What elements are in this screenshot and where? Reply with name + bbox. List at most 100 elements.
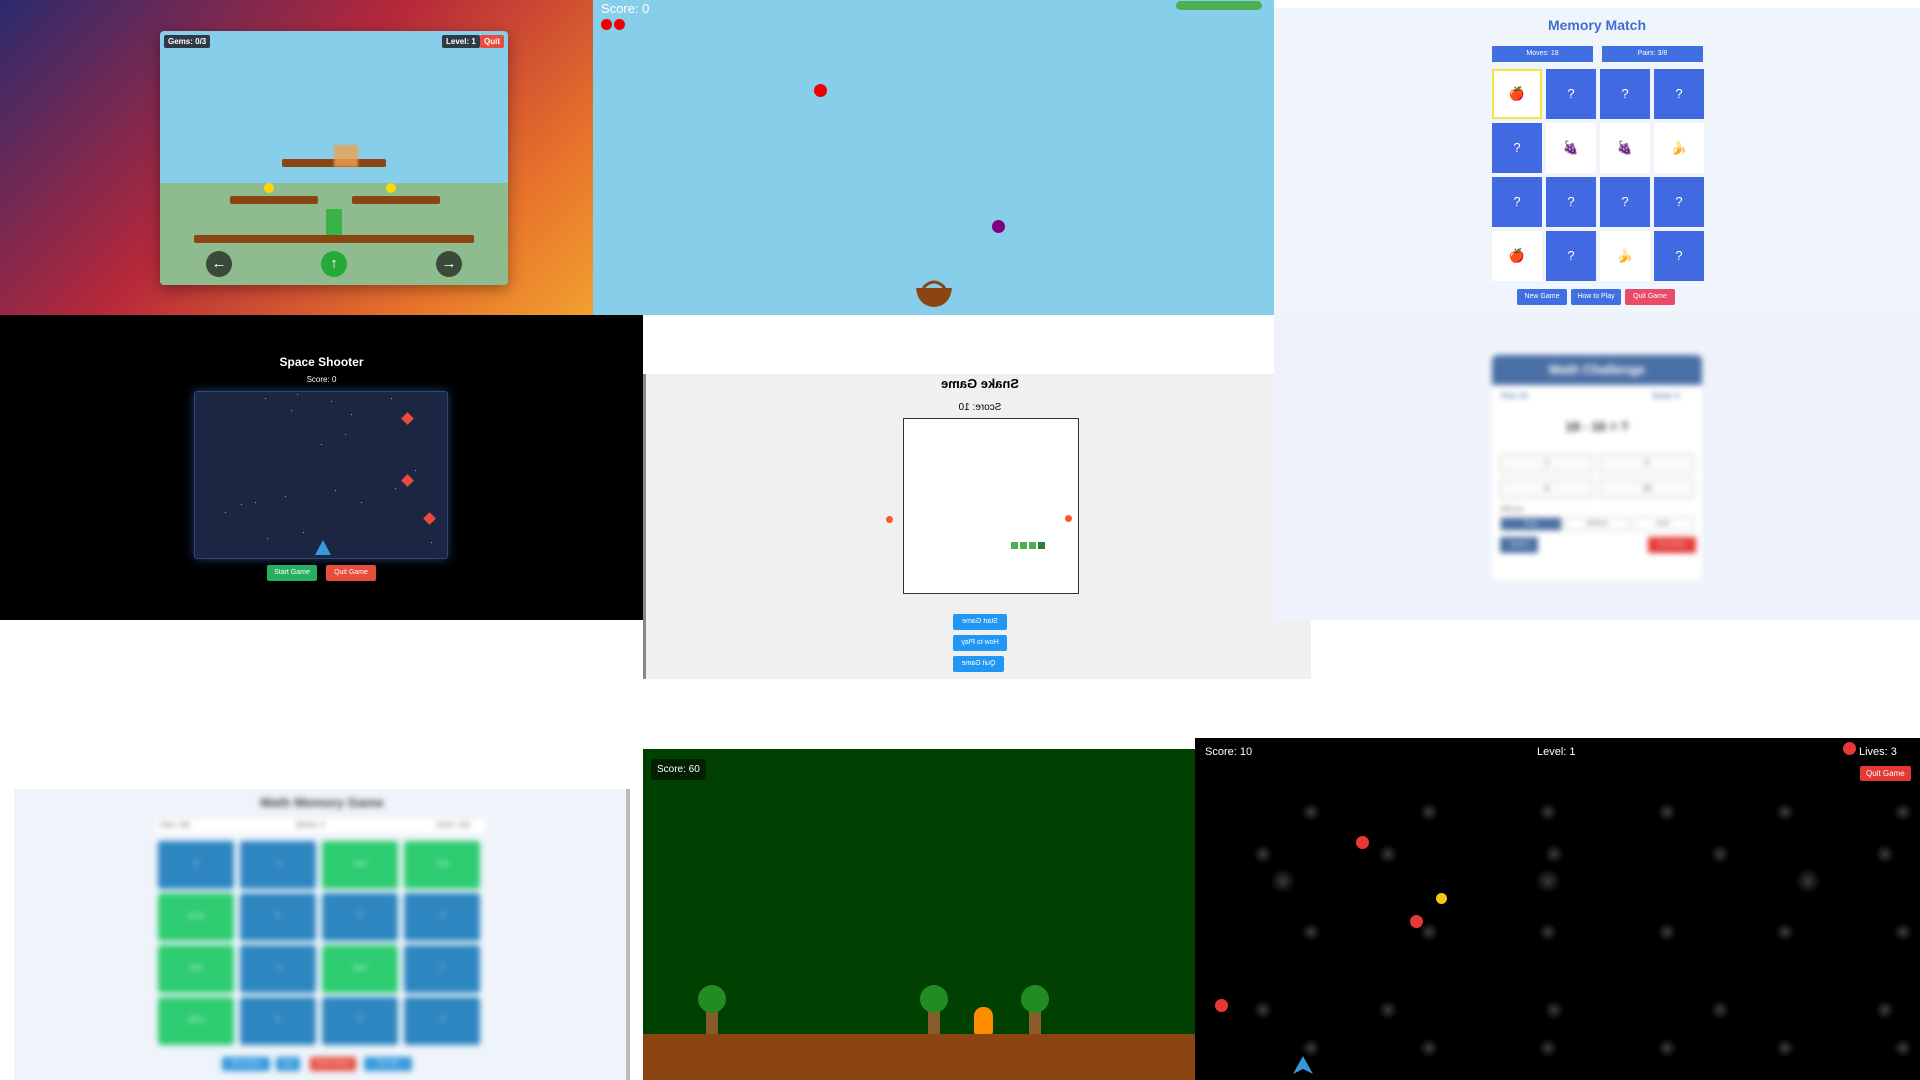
quit-button[interactable]: Quit	[276, 1057, 300, 1071]
memory-tile[interactable]: ?	[322, 997, 398, 1045]
memory-tile[interactable]: 11+6	[158, 893, 234, 941]
quit-game-button[interactable]: Quit Game	[1860, 766, 1911, 781]
answer-option[interactable]: 10	[1600, 479, 1694, 499]
level-indicator: Level: 1	[442, 35, 480, 48]
memory-card[interactable]: ?	[1654, 177, 1704, 227]
start-game-button[interactable]: Start Game	[953, 614, 1007, 630]
star-glow	[1893, 802, 1913, 822]
star-glow	[1893, 1038, 1913, 1058]
memory-tile[interactable]: 6+4	[322, 945, 398, 993]
memory-card[interactable]: ?	[1654, 231, 1704, 281]
memory-tile[interactable]: ?	[404, 997, 480, 1045]
left-arrow-button[interactable]: ←	[206, 251, 232, 277]
stats-bar: Pairs: 3/8 Moves: 4 Score: 100	[156, 819, 486, 833]
star-glow	[1378, 844, 1398, 864]
level-display: Level: 1	[1537, 746, 1576, 758]
quit-game-button[interactable]: Quit Game	[1625, 289, 1675, 305]
start-game-button[interactable]: Start Game	[267, 565, 317, 581]
jump-button[interactable]: ↑	[321, 251, 347, 277]
coin-pickup	[1436, 893, 1447, 904]
math-challenge-card: Math Challenge Time: 9s Score: 0 18 - 16…	[1492, 355, 1702, 580]
difficulty-hard[interactable]: Hard	[1632, 517, 1694, 531]
memory-tile[interactable]: ?	[240, 841, 316, 889]
memory-card[interactable]: ?	[1546, 231, 1596, 281]
score-display: Score: 0	[1652, 393, 1680, 400]
snake-board[interactable]	[903, 418, 1079, 594]
memory-tile[interactable]: 3+3	[322, 841, 398, 889]
new-game-button[interactable]: New Game	[222, 1057, 270, 1071]
memory-card[interactable]: 🍇	[1546, 123, 1596, 173]
submit-button[interactable]: Submit	[1500, 537, 1538, 553]
timer-bar	[1176, 1, 1262, 10]
tree-trunk	[1029, 1010, 1041, 1034]
memory-card[interactable]: ?	[1600, 177, 1650, 227]
memory-tile[interactable]: ?	[240, 893, 316, 941]
get-hint-button[interactable]: Get Hint	[364, 1057, 412, 1071]
memory-card[interactable]: 🍌	[1654, 123, 1704, 173]
asteroid	[1356, 836, 1369, 849]
memory-tile[interactable]: 6+9	[158, 945, 234, 993]
star	[241, 504, 242, 505]
shooter-canvas[interactable]	[194, 391, 448, 559]
food-dot	[886, 516, 893, 523]
memory-card[interactable]: ?	[1546, 177, 1596, 227]
star	[267, 538, 268, 539]
how-to-play-button[interactable]: How to Play	[1571, 289, 1621, 305]
catcher-game-panel[interactable]: Score: 0	[593, 0, 1274, 315]
space-shooter-panel: Space Shooter Score: 0 Start Game Quit G…	[0, 315, 643, 620]
quit-game-button[interactable]: Quit Game	[953, 656, 1004, 672]
memory-card[interactable]: 🍇	[1600, 123, 1650, 173]
moves-counter: Moves: 4	[296, 822, 325, 829]
life-icon	[601, 19, 612, 30]
memory-card[interactable]: 🍎	[1492, 231, 1542, 281]
answer-option[interactable]: 2	[1600, 453, 1694, 473]
memory-tile[interactable]: ?	[404, 893, 480, 941]
end-game-button[interactable]: End Game	[1648, 537, 1696, 553]
difficulty-easy[interactable]: Easy	[1500, 517, 1562, 531]
new-game-button[interactable]: New Game	[1517, 289, 1567, 305]
star-glow	[1270, 868, 1296, 894]
memory-card[interactable]: ?	[1654, 69, 1704, 119]
memory-card[interactable]: ?	[1546, 69, 1596, 119]
moves-counter: Moves: 18	[1492, 46, 1593, 62]
memory-card[interactable]: 🍎	[1492, 69, 1542, 119]
reset-game-button[interactable]: Reset Game	[310, 1057, 356, 1071]
memory-card[interactable]: ?	[1492, 123, 1542, 173]
memory-tile[interactable]: ?	[322, 893, 398, 941]
star-glow	[1657, 802, 1677, 822]
memory-tile[interactable]: ?	[158, 841, 234, 889]
forest-runner-panel[interactable]: Score: 60	[643, 749, 1195, 1080]
how-to-play-button[interactable]: How to Play	[953, 635, 1007, 651]
player-ship-icon	[1293, 1056, 1313, 1074]
right-arrow-button[interactable]: →	[436, 251, 462, 277]
score-display: Score: 100	[436, 822, 470, 829]
game-title: Snake Game	[940, 376, 1020, 391]
quit-button[interactable]: Quit	[480, 35, 504, 48]
math-challenge-panel: Math Challenge Time: 9s Score: 0 18 - 16…	[1274, 315, 1920, 620]
star	[285, 496, 286, 497]
score-display: Score: 0	[306, 375, 337, 384]
memory-tile[interactable]: ?	[404, 945, 480, 993]
snake-game-panel: Snake Game Score: 10 Start Game How to P…	[643, 374, 1311, 679]
star-glow	[1253, 844, 1273, 864]
enemy-block	[334, 145, 358, 167]
snake-segment	[1011, 542, 1018, 549]
space-dodger-panel[interactable]: Score: 10 Level: 1 Lives: 3 Quit Game	[1195, 738, 1920, 1080]
memory-card[interactable]: 🍌	[1600, 231, 1650, 281]
question-text: 18 - 16 = ?	[1565, 419, 1629, 434]
platformer-canvas[interactable]: Gems: 0/3 Level: 1 Quit ← ↑ →	[160, 31, 508, 285]
difficulty-medium[interactable]: Medium	[1566, 517, 1628, 531]
answer-option[interactable]: 1	[1500, 453, 1594, 473]
answer-option[interactable]: 4	[1500, 479, 1594, 499]
memory-tile[interactable]: ?	[240, 997, 316, 1045]
memory-tile[interactable]: 10+2	[158, 997, 234, 1045]
memory-tile[interactable]: ?	[240, 945, 316, 993]
memory-tile[interactable]: 7+6	[404, 841, 480, 889]
star	[345, 434, 346, 435]
enemy-ship	[401, 412, 414, 425]
gems-counter: Gems: 0/3	[164, 35, 211, 48]
quit-game-button[interactable]: Quit Game	[326, 565, 376, 581]
memory-card[interactable]: ?	[1492, 177, 1542, 227]
memory-card[interactable]: ?	[1600, 69, 1650, 119]
star	[291, 410, 292, 411]
